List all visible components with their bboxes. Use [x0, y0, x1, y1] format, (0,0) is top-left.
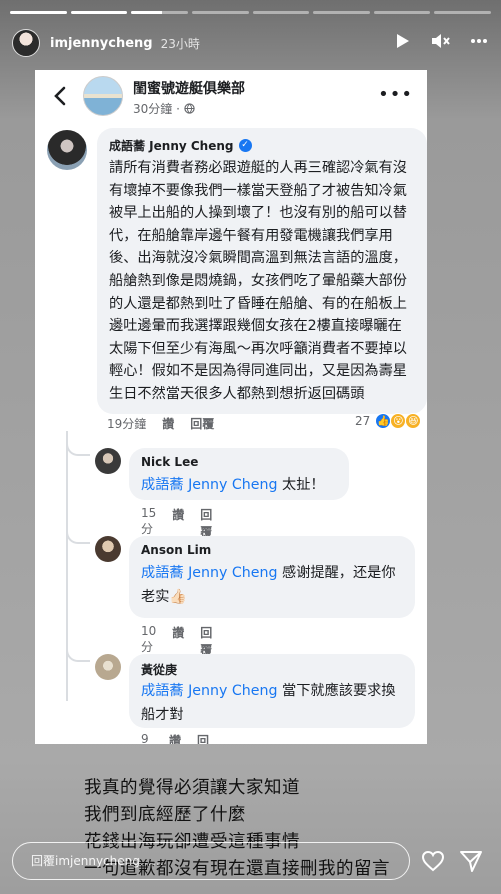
- mute-icon[interactable]: [431, 31, 451, 51]
- story-viewer: imjennycheng 23小時 閨蜜號遊艇俱樂部 30分鐘 · ••• 成語…: [0, 0, 501, 894]
- reply-avatar: [95, 448, 121, 474]
- story-progress-fill: [131, 11, 163, 14]
- reply-mention: 成語蕎 Jenny Cheng: [141, 565, 278, 581]
- story-progress-segment: [252, 11, 310, 14]
- reply-text: 成語蕎 Jenny Cheng 當下就應該要求換船才對: [141, 679, 403, 727]
- reply-actions: 9分鐘 讚 回覆: [141, 732, 209, 744]
- story-progress-fill: [70, 11, 128, 14]
- reply-avatar: [95, 536, 121, 562]
- reply-time: 9分鐘: [141, 732, 149, 744]
- comment-author-name: 成語蕎 Jenny Cheng: [109, 138, 234, 153]
- reply-like-label: 讚: [169, 734, 182, 744]
- post-more-icon: •••: [378, 84, 413, 105]
- thread-connector: [66, 646, 90, 662]
- reply-bubble: Anson Lim 成語蕎 Jenny Cheng 感谢提醒，还是你老实👍🏻: [129, 536, 415, 618]
- story-progress-segment: [434, 11, 491, 14]
- thread-connector: [66, 528, 90, 544]
- reaction-summary: 27 👍 😮 😆: [355, 413, 422, 429]
- reply-bubble: Nick Lee 成語蕎 Jenny Cheng 太扯！: [129, 448, 349, 500]
- haha-reaction-icon: 😆: [405, 413, 422, 429]
- reaction-count: 27: [355, 414, 371, 428]
- story-avatar[interactable]: [12, 29, 40, 57]
- story-reply-input[interactable]: [13, 843, 409, 879]
- group-meta-time: 30分鐘 ·: [133, 102, 180, 116]
- reply-text: 成語蕎 Jenny Cheng 太扯！: [141, 473, 337, 497]
- reply-reply-label: 回覆: [197, 734, 210, 744]
- globe-icon: [184, 103, 195, 114]
- fb-group-header: 閨蜜號遊艇俱樂部 30分鐘 · •••: [35, 70, 427, 122]
- story-time: 23小時: [160, 36, 200, 51]
- reply-text: 成語蕎 Jenny Cheng 感谢提醒，还是你老实👍🏻: [141, 561, 403, 609]
- story-progress-fill: [10, 11, 67, 14]
- wow-reaction-icon: 😮: [390, 413, 407, 429]
- comment-text: 請所有消費者務必跟遊艇的人再三確認冷氣有沒有壞掉不要像我們一樣當天登船了才被告知…: [109, 160, 407, 402]
- story-progress-segment: [313, 11, 370, 14]
- thread-connector: [66, 440, 90, 456]
- send-icon[interactable]: [459, 849, 483, 873]
- thread-line: [66, 431, 68, 701]
- comment-time: 19分鐘: [107, 417, 147, 431]
- comment-author: 成語蕎 Jenny Cheng ✓: [109, 136, 415, 154]
- comment-like-label: 讚: [162, 417, 175, 431]
- story-username[interactable]: imjennycheng: [50, 36, 153, 51]
- story-reply-bar: [12, 842, 410, 880]
- story-controls: [393, 31, 489, 51]
- reply-mention: 成語蕎 Jenny Cheng: [141, 477, 278, 493]
- like-reaction-icon: 👍: [375, 413, 392, 429]
- play-icon[interactable]: [393, 31, 413, 51]
- group-avatar: [83, 76, 123, 116]
- caption-line: 我們到底經歷了什麼: [84, 805, 246, 825]
- story-header: imjennycheng 23小時: [12, 27, 489, 59]
- story-progress-segment: [373, 11, 431, 14]
- reply-author: Nick Lee: [141, 455, 199, 469]
- story-progress: [10, 11, 491, 14]
- comment-reply-label: 回覆: [190, 417, 215, 431]
- commenter-avatar: [47, 130, 87, 170]
- caption-line: 我真的覺得必須讓大家知道: [84, 778, 300, 798]
- back-arrow-icon: [50, 84, 70, 108]
- heart-icon[interactable]: [421, 850, 445, 872]
- story-progress-segment: [131, 11, 188, 14]
- more-options-icon[interactable]: [469, 31, 489, 51]
- verified-badge-icon: ✓: [238, 138, 252, 152]
- group-name: 閨蜜號遊艇俱樂部: [133, 81, 245, 97]
- reply-avatar: [95, 654, 121, 680]
- story-progress-segment: [70, 11, 128, 14]
- story-progress-segment: [10, 11, 67, 14]
- story-progress-segment: [191, 11, 249, 14]
- comment-actions: 19分鐘 讚 回覆: [107, 415, 214, 432]
- group-meta: 30分鐘 ·: [133, 100, 195, 117]
- reply-body: 太扯！: [277, 477, 325, 493]
- reply-mention: 成語蕎 Jenny Cheng: [141, 683, 278, 699]
- reply-bubble: 黃從庚 成語蕎 Jenny Cheng 當下就應該要求換船才對: [129, 654, 415, 728]
- facebook-comment-screenshot: 閨蜜號遊艇俱樂部 30分鐘 · ••• 成語蕎 Jenny Cheng ✓ 請所…: [35, 70, 427, 744]
- reply-author: Anson Lim: [141, 543, 212, 557]
- comment-bubble: 成語蕎 Jenny Cheng ✓ 請所有消費者務必跟遊艇的人再三確認冷氣有沒有…: [97, 128, 427, 414]
- reply-author: 黃從庚: [141, 663, 178, 677]
